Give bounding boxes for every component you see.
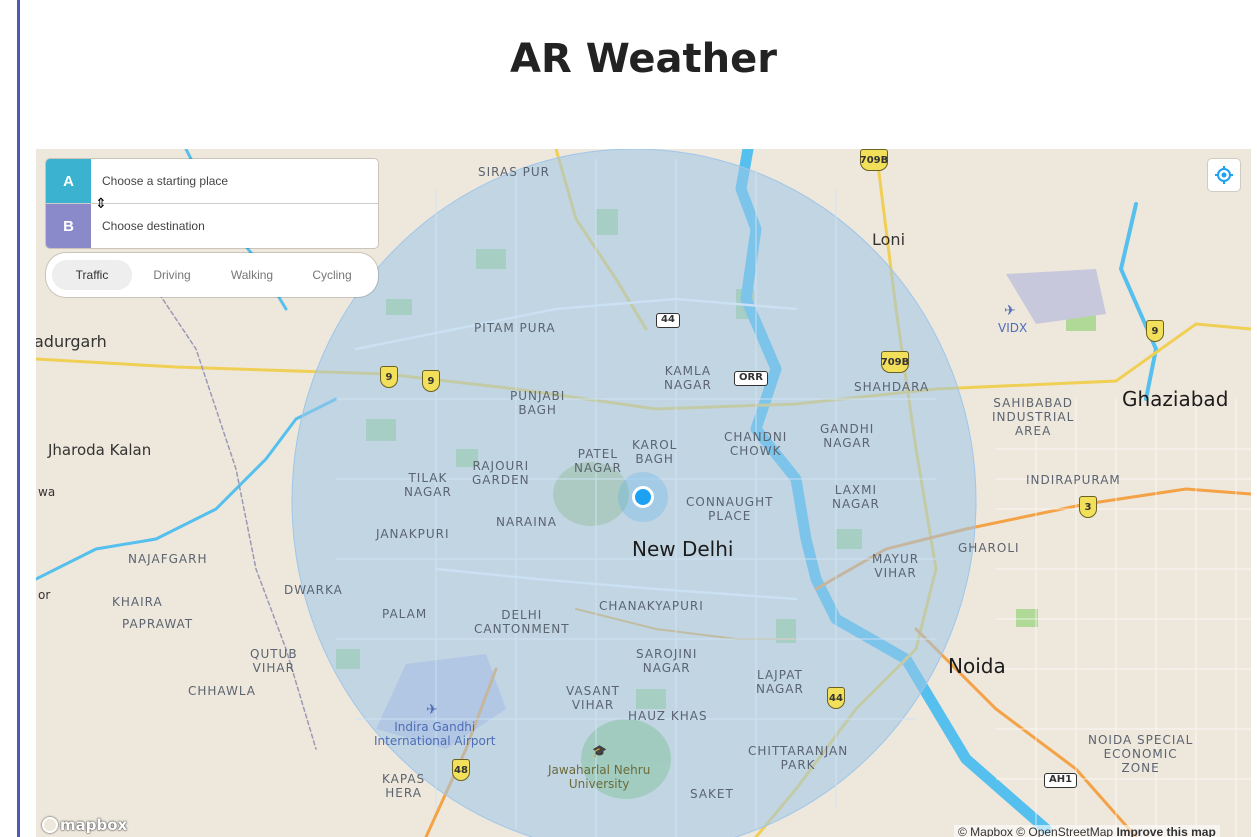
label-khaira: KHAIRA [112,595,163,609]
page-title: AR Weather [510,36,777,82]
label-najafgarh: NAJAFGARH [128,552,208,566]
label-naraina: NARAINA [496,515,557,529]
tab-cycling[interactable]: Cycling [292,260,372,290]
label-airport[interactable]: Indira Gandhi International Airport [374,720,495,748]
route-shield: 9 [380,366,398,388]
destination-marker: B [46,204,91,248]
origin-input[interactable] [102,171,362,191]
label-siras-pur: SIRAS PUR [478,165,551,179]
route-shield: 9 [1146,320,1164,342]
mapbox-logo-icon [42,817,58,833]
mapbox-logo[interactable]: mapbox [42,816,127,834]
label-karol-bagh: KAROL BAGH [632,438,678,466]
label-janakpuri: JANAKPURI [376,527,450,541]
label-patel-nagar: PATEL NAGAR [574,447,622,475]
label-tilak-nagar: TILAK NAGAR [404,471,452,499]
label-noida: Noida [948,654,1006,678]
label-shahdara: SHAHDARA [854,380,930,394]
improve-map-link[interactable]: Improve this map [1116,825,1215,837]
route-shield: 3 [1079,496,1097,518]
tab-driving[interactable]: Driving [132,260,212,290]
route-shield: 48 [452,759,470,781]
destination-input[interactable] [102,216,362,236]
label-vasant-vihar: VASANT VIHAR [566,684,621,712]
label-pitam-pura: PITAM PURA [474,321,556,335]
tab-traffic[interactable]: Traffic [52,260,132,290]
label-connaught-place: CONNAUGHT PLACE [686,495,774,523]
mapbox-logo-text: mapbox [60,816,128,834]
tab-walking[interactable]: Walking [212,260,292,290]
route-shield: 44 [827,687,845,709]
label-sarojini-nagar: SAROJINI NAGAR [636,647,698,675]
label-qutub-vihar: QUTUB VIHAR [250,647,298,675]
label-hauz-khas: HAUZ KHAS [628,709,708,723]
label-loni: Loni [872,230,906,249]
label-jharoda-kalan: Jharoda Kalan [48,441,152,459]
route-shield: 9 [422,370,440,392]
label-wa: wa [38,485,56,499]
airport-icon: ✈ [426,701,438,717]
label-gandhi-nagar: GANDHI NAGAR [820,422,875,450]
label-vidx: VIDX [998,321,1028,335]
label-lajpat-nagar: LAJPAT NAGAR [756,668,804,696]
map-canvas[interactable]: SIRAS PUR Loni VIDX adurgarh PITAM PURA … [36,149,1251,837]
label-chittaranjan-park: CHITTARANJAN PARK [748,744,849,772]
label-saket: SAKET [690,787,734,801]
route-badge: 44 [656,313,680,328]
label-indirapuram: INDIRAPURAM [1026,473,1121,487]
label-gharoli: GHAROLI [958,541,1020,555]
label-or: or [38,588,51,602]
airport-icon: ✈ [1004,302,1016,318]
route-profile-tabs: Traffic Driving Walking Cycling [46,253,378,297]
label-kapas-hera: KAPAS HERA [382,772,426,800]
user-location-marker[interactable] [632,486,654,508]
route-shield: 709B [860,149,888,171]
label-punjabi-bagh: PUNJABI BAGH [510,389,566,417]
origin-marker: A [46,159,91,203]
map-attribution: © Mapbox © OpenStreetMap Improve this ma… [954,825,1220,837]
label-kamla-nagar: KAMLA NAGAR [664,364,712,392]
label-rajouri-garden: RAJOURI GARDEN [472,459,530,487]
label-delhi-cantonment: DELHI CANTONMENT [474,608,570,636]
label-laxmi-nagar: LAXMI NAGAR [832,483,880,511]
label-sahibabad: SAHIBABAD INDUSTRIAL AREA [992,396,1075,438]
attribution-text[interactable]: © Mapbox © OpenStreetMap [958,825,1113,837]
label-noida-sez: NOIDA SPECIAL ECONOMIC ZONE [1088,733,1194,775]
geolocate-icon [1215,166,1233,184]
swap-vertical-icon[interactable]: ⇕ [94,194,108,212]
label-bahadurgarh: adurgarh [36,332,107,351]
label-ghaziabad: Ghaziabad [1122,387,1229,411]
route-badge: ORR [734,371,768,386]
label-paprawat: PAPRAWAT [122,617,194,631]
label-chandni-chowk: CHANDNI CHOWK [724,430,788,458]
label-dwarka: DWARKA [284,583,343,597]
label-jnu[interactable]: Jawaharlal Nehru University [548,763,650,791]
label-chanakyapuri: CHANAKYAPURI [599,599,704,613]
geolocate-button[interactable] [1208,159,1240,191]
route-badge: AH1 [1044,773,1078,788]
directions-panel: A B ⇕ [46,159,378,248]
university-icon: 🎓 [592,744,607,758]
label-new-delhi: New Delhi [632,537,734,561]
route-shield: 709B [881,351,909,373]
label-mayur-vihar: MAYUR VIHAR [872,552,920,580]
label-palam: PALAM [382,607,428,621]
label-chhawla: CHHAWLA [188,684,257,698]
page-left-border [17,0,20,837]
